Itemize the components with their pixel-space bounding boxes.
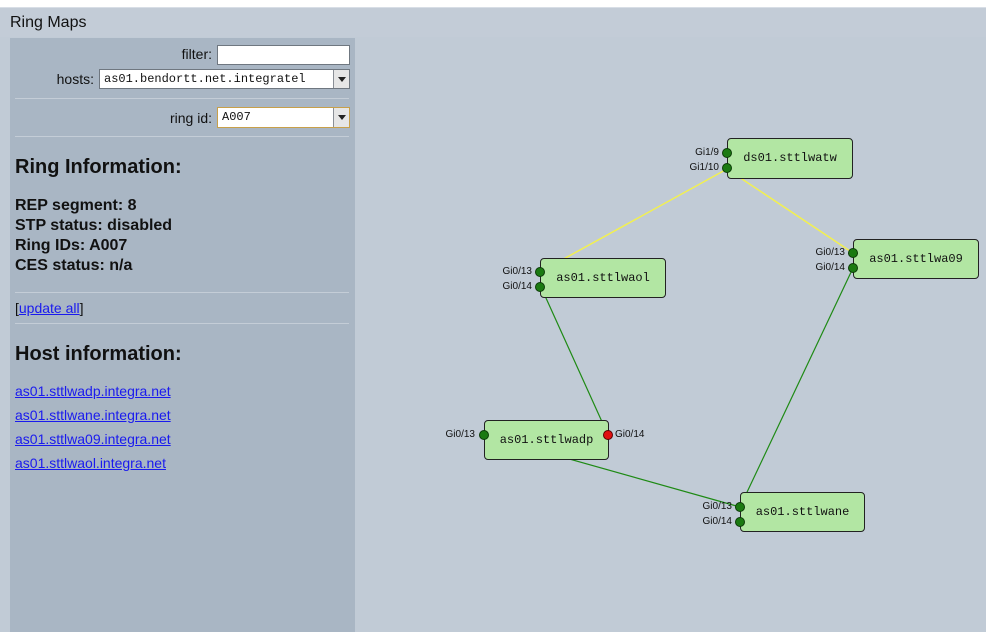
port-indicator[interactable]: [848, 263, 858, 273]
host-node[interactable]: as01.sttlwane: [740, 492, 865, 532]
host-node-name: as01.sttlwaol: [556, 271, 650, 285]
ring-info-ces-status: CES status: n/a: [15, 257, 133, 274]
hosts-label: hosts:: [56, 71, 94, 87]
link-green: [540, 286, 609, 436]
link-yellow: [726, 168, 854, 254]
bracket-close: ]: [79, 300, 84, 316]
ring-links: [483, 168, 854, 508]
port-label: Gi0/14: [702, 516, 732, 527]
host-node-name: as01.sttlwadp: [499, 433, 594, 447]
port-indicator[interactable]: [535, 282, 545, 292]
link-green: [739, 267, 854, 508]
filter-input[interactable]: [217, 45, 350, 65]
port-label: Gi0/13: [502, 266, 532, 277]
port-indicator[interactable]: [735, 517, 745, 527]
port-label: Gi1/10: [689, 162, 719, 173]
port-indicator[interactable]: [848, 248, 858, 258]
port-label: Gi0/13: [445, 429, 475, 440]
port-indicator[interactable]: [722, 148, 732, 158]
host-node-name: ds01.sttlwatw: [743, 151, 837, 165]
host-node[interactable]: as01.sttlwa09: [853, 239, 979, 279]
hosts-select-value: as01.bendortt.net.integratel: [104, 72, 306, 86]
host-link[interactable]: as01.sttlwa09.integra.net: [15, 431, 171, 447]
port-indicator[interactable]: [479, 430, 489, 440]
hosts-select[interactable]: as01.bendortt.net.integratel: [99, 69, 350, 89]
port-indicator-down[interactable]: [603, 430, 613, 440]
host-information-heading: Host information:: [15, 343, 182, 365]
host-link[interactable]: as01.sttlwadp.integra.net: [15, 383, 171, 399]
host-link[interactable]: as01.sttlwane.integra.net: [15, 407, 171, 423]
divider: [15, 323, 349, 324]
ring-info-ring-ids: Ring IDs: A007: [15, 237, 128, 254]
chevron-down-icon[interactable]: [333, 108, 349, 127]
title-bar: [0, 7, 986, 38]
app-title: Ring Maps: [10, 14, 87, 31]
filter-label: filter:: [181, 46, 212, 62]
update-all-link[interactable]: update all: [19, 300, 80, 316]
divider: [15, 98, 349, 99]
host-node[interactable]: as01.sttlwaol: [540, 258, 666, 298]
port-indicator[interactable]: [535, 267, 545, 277]
ring-map: ds01.sttlwatw Gi1/9 Gi1/10 as01.sttlwa09…: [355, 37, 986, 632]
port-label: Gi1/9: [695, 147, 719, 158]
divider: [15, 292, 349, 293]
host-node[interactable]: ds01.sttlwatw: [727, 138, 853, 179]
ring-info-rep-segment: REP segment: 8: [15, 197, 137, 214]
ring-info-stp-status: STP status: disabled: [15, 217, 173, 234]
ring-id-select[interactable]: A007: [217, 107, 350, 128]
divider: [15, 136, 349, 137]
port-indicator[interactable]: [735, 502, 745, 512]
port-label: Gi0/13: [702, 501, 732, 512]
ring-maps-app: Ring Maps filter: hosts: as01.bendortt.n…: [0, 0, 986, 632]
port-label: Gi0/14: [615, 429, 645, 440]
ring-id-label: ring id:: [169, 110, 212, 126]
host-node-name: as01.sttlwa09: [869, 252, 963, 266]
update-all: [update all]: [15, 300, 84, 316]
chevron-down-icon[interactable]: [333, 70, 349, 88]
link-yellow: [539, 168, 728, 273]
port-label: Gi0/13: [815, 247, 845, 258]
port-label: Gi0/14: [815, 262, 845, 273]
host-node-name: as01.sttlwane: [755, 505, 850, 519]
host-node[interactable]: as01.sttlwadp: [484, 420, 609, 460]
ring-information-heading: Ring Information:: [15, 156, 182, 178]
port-label: Gi0/14: [502, 281, 532, 292]
host-link[interactable]: as01.sttlwaol.integra.net: [15, 455, 166, 471]
port-indicator[interactable]: [722, 163, 732, 173]
ring-id-select-value: A007: [222, 110, 251, 124]
